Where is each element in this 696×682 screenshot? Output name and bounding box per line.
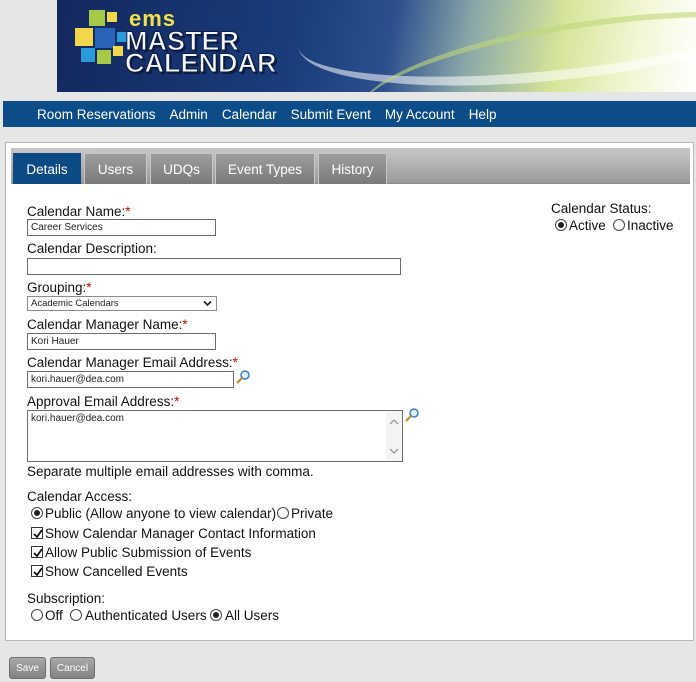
tab-bar: Details Users UDQs Event Types History <box>11 148 690 184</box>
subscription-label: Subscription: <box>27 591 106 606</box>
scroll-up-icon[interactable] <box>389 418 399 426</box>
checkmark-icon <box>33 529 43 539</box>
manager-name-input[interactable]: Kori Hauer <box>27 333 216 350</box>
allow-public-submission-label: Allow Public Submission of Events <box>45 545 252 560</box>
tab-details[interactable]: Details <box>13 153 81 184</box>
logo-calendar-text: CALENDAR <box>125 48 277 78</box>
magnifier-icon[interactable] <box>404 407 420 423</box>
manager-email-label: Calendar Manager Email Address:* <box>27 355 238 370</box>
nav-my-account[interactable]: My Account <box>385 107 455 122</box>
show-manager-contact-label: Show Calendar Manager Contact Informatio… <box>45 526 316 541</box>
cancel-button[interactable]: Cancel <box>50 657 95 679</box>
calendar-access-label: Calendar Access: <box>27 489 133 504</box>
calendar-description-label: Calendar Description: <box>27 241 157 256</box>
access-public-radio[interactable] <box>31 507 43 519</box>
tab-event-types[interactable]: Event Types <box>215 153 315 184</box>
approval-email-value: kori.hauer@dea.com <box>31 413 124 424</box>
grouping-select[interactable]: Academic Calendars <box>27 296 217 311</box>
nav-submit-event[interactable]: Submit Event <box>291 107 371 122</box>
chevron-down-icon <box>203 300 212 307</box>
status-inactive-radio[interactable] <box>613 219 625 231</box>
calendar-status-label: Calendar Status: <box>551 201 652 216</box>
manager-email-input[interactable]: kori.hauer@dea.com <box>27 371 234 388</box>
main-nav: Room Reservations Admin Calendar Submit … <box>3 101 696 127</box>
tab-users[interactable]: Users <box>84 153 147 184</box>
status-active-label: Active <box>569 218 606 233</box>
logo-mark-icon <box>75 10 127 64</box>
sub-authenticated-label: Authenticated Users <box>85 608 207 623</box>
allow-public-submission-checkbox[interactable] <box>31 546 43 558</box>
calendar-description-input[interactable] <box>27 258 401 275</box>
access-public-label: Public (Allow anyone to view calendar) <box>45 506 277 521</box>
checkmark-icon <box>33 548 43 558</box>
checkmark-icon <box>33 567 43 577</box>
nav-help[interactable]: Help <box>469 107 497 122</box>
calendar-name-label: Calendar Name:* <box>27 204 131 219</box>
approval-email-label: Approval Email Address:* <box>27 394 180 409</box>
show-cancelled-checkbox[interactable] <box>31 565 43 577</box>
grouping-label: Grouping:* <box>27 280 92 295</box>
manager-name-label: Calendar Manager Name:* <box>27 317 188 332</box>
grouping-select-value: Academic Calendars <box>31 298 119 309</box>
sub-off-label: Off <box>45 608 63 623</box>
calendar-name-input[interactable]: Career Services <box>27 219 216 236</box>
nav-room-reservations[interactable]: Room Reservations <box>37 107 156 122</box>
access-private-radio[interactable] <box>277 507 289 519</box>
sub-off-radio[interactable] <box>31 609 43 621</box>
header-banner: ems MASTER CALENDAR <box>57 0 696 92</box>
tab-history[interactable]: History <box>318 153 387 184</box>
details-panel: Details Users UDQs Event Types History C… <box>5 142 694 641</box>
scroll-down-icon[interactable] <box>389 447 399 455</box>
tab-udqs[interactable]: UDQs <box>150 153 213 184</box>
nav-admin[interactable]: Admin <box>170 107 208 122</box>
status-active-radio[interactable] <box>555 219 567 231</box>
sub-authenticated-radio[interactable] <box>70 609 82 621</box>
access-private-label: Private <box>291 506 334 521</box>
textarea-scrollbar[interactable] <box>386 411 402 461</box>
approval-email-hint: Separate multiple email addresses with c… <box>27 464 314 479</box>
status-inactive-label: Inactive <box>627 218 674 233</box>
sub-all-label: All Users <box>225 608 280 623</box>
show-cancelled-label: Show Cancelled Events <box>45 564 188 579</box>
nav-calendar[interactable]: Calendar <box>222 107 277 122</box>
magnifier-icon[interactable] <box>235 369 251 385</box>
approval-email-textarea[interactable]: kori.hauer@dea.com <box>27 410 403 462</box>
sub-all-radio[interactable] <box>210 609 222 621</box>
show-manager-contact-checkbox[interactable] <box>31 527 43 539</box>
save-button[interactable]: Save <box>9 657 46 679</box>
